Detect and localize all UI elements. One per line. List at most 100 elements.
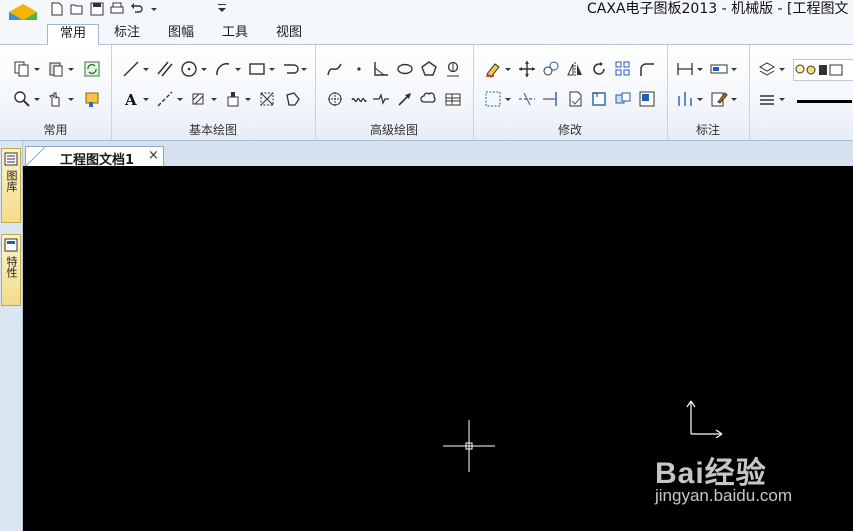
- text-dropdown[interactable]: [143, 89, 149, 109]
- sketch-shape-icon[interactable]: [283, 89, 303, 109]
- paste-icon[interactable]: [46, 59, 66, 79]
- scale-icon[interactable]: [483, 89, 503, 109]
- document-tab[interactable]: 工程图文档1 ×: [25, 146, 164, 168]
- centerline-dropdown[interactable]: [177, 89, 183, 109]
- coordinate-dim-icon[interactable]: [709, 59, 729, 79]
- text-edit-icon[interactable]: [709, 89, 729, 109]
- match-properties-icon[interactable]: [82, 89, 102, 109]
- circle-icon[interactable]: [179, 59, 199, 79]
- undo-dropdown[interactable]: [150, 2, 158, 16]
- fillet-icon[interactable]: [637, 59, 657, 79]
- layer-select[interactable]: [793, 59, 853, 81]
- new-file-icon[interactable]: [50, 2, 64, 16]
- explode-icon[interactable]: [613, 89, 633, 109]
- coordinate-dim-dropdown[interactable]: [731, 59, 737, 79]
- block-icon[interactable]: [223, 89, 243, 109]
- dimension-icon[interactable]: [675, 59, 695, 79]
- linetype-dropdown[interactable]: [779, 89, 785, 109]
- table-icon[interactable]: [443, 89, 463, 109]
- parallel-line-icon[interactable]: [155, 59, 175, 79]
- hatch-dropdown[interactable]: [211, 89, 217, 109]
- array-icon[interactable]: [613, 59, 633, 79]
- sidetab-properties-label: 特性: [5, 256, 18, 278]
- trim-icon[interactable]: [517, 89, 537, 109]
- group-label-dimension: 标注: [695, 123, 720, 137]
- polyline-icon[interactable]: [281, 59, 301, 79]
- boundary-icon[interactable]: [257, 89, 277, 109]
- paste-dropdown[interactable]: [68, 59, 74, 79]
- circle-dropdown[interactable]: [201, 59, 207, 79]
- tab-tools[interactable]: 工具: [210, 24, 260, 44]
- angle-line-icon[interactable]: [371, 59, 391, 79]
- break-line-icon[interactable]: [371, 89, 391, 109]
- rectangle-icon[interactable]: [247, 59, 267, 79]
- print-icon[interactable]: [110, 2, 124, 16]
- rectangle-dropdown[interactable]: [269, 59, 275, 79]
- save-icon[interactable]: [90, 2, 104, 16]
- customize-icon[interactable]: [218, 3, 226, 13]
- copy-dropdown[interactable]: [34, 59, 40, 79]
- sidetab-library[interactable]: 图库: [1, 148, 21, 223]
- arrow-icon[interactable]: [395, 89, 415, 109]
- line-icon[interactable]: [121, 59, 141, 79]
- ellipse-icon[interactable]: [395, 59, 415, 79]
- linetype-icon[interactable]: [757, 89, 777, 109]
- arc-dropdown[interactable]: [235, 59, 241, 79]
- lineweight-preview[interactable]: [797, 100, 852, 103]
- svg-text:A: A: [124, 91, 137, 108]
- hole-axis-icon[interactable]: [325, 89, 345, 109]
- cloud-line-icon[interactable]: [419, 89, 439, 109]
- centerline-icon[interactable]: [155, 89, 175, 109]
- centermark-icon[interactable]: [443, 59, 463, 79]
- dimension-dropdown[interactable]: [697, 59, 703, 79]
- title-bar: CAXA电子图板2013 - 机械版 - [工程图文: [0, 0, 853, 30]
- open-file-icon[interactable]: [70, 2, 84, 16]
- group-properties: [749, 45, 853, 140]
- layer-dropdown[interactable]: [779, 59, 785, 79]
- point-icon[interactable]: [349, 59, 369, 79]
- wave-line-icon[interactable]: [349, 89, 369, 109]
- drawing-canvas[interactable]: Bai经验 jingyan.baidu.com: [23, 166, 853, 531]
- pan-dropdown[interactable]: [68, 89, 74, 109]
- undo-icon[interactable]: [130, 2, 144, 16]
- erase-dropdown[interactable]: [505, 59, 511, 79]
- pan-icon[interactable]: [46, 89, 66, 109]
- copy-icon[interactable]: [12, 59, 32, 79]
- polygon-icon[interactable]: [419, 59, 439, 79]
- tolerance-dropdown[interactable]: [697, 89, 703, 109]
- copy-object-icon[interactable]: [541, 59, 561, 79]
- arc-icon[interactable]: [213, 59, 233, 79]
- move-icon[interactable]: [517, 59, 537, 79]
- spline-icon[interactable]: [325, 59, 345, 79]
- erase-icon[interactable]: [483, 59, 503, 79]
- tab-common[interactable]: 常用: [47, 24, 100, 46]
- chamfer-icon[interactable]: [589, 89, 609, 109]
- hatch-icon[interactable]: [189, 89, 209, 109]
- rotate-icon[interactable]: [589, 59, 609, 79]
- extend-icon[interactable]: [541, 89, 561, 109]
- stretch-icon[interactable]: [637, 89, 657, 109]
- group-modify: 修改: [473, 45, 668, 140]
- scale-dropdown[interactable]: [505, 89, 511, 109]
- line-dropdown[interactable]: [143, 59, 149, 79]
- document-tab-strip: 工程图文档1 ×: [0, 141, 853, 168]
- sidetab-properties[interactable]: 特性: [1, 234, 21, 306]
- block-dropdown[interactable]: [245, 89, 251, 109]
- polyline-dropdown[interactable]: [301, 59, 307, 79]
- regenerate-icon[interactable]: [82, 59, 102, 79]
- mirror-icon[interactable]: [565, 59, 585, 79]
- break-icon[interactable]: [565, 89, 585, 109]
- ucs-axis-icon: [686, 400, 723, 438]
- tab-dimension[interactable]: 标注: [102, 24, 152, 44]
- text-edit-dropdown[interactable]: [731, 89, 737, 109]
- zoom-icon[interactable]: [12, 89, 32, 109]
- tolerance-icon[interactable]: [675, 89, 695, 109]
- window-title: CAXA电子图板2013 - 机械版 - [工程图文: [587, 1, 849, 17]
- layer-icon[interactable]: [757, 59, 777, 79]
- crosshair-cursor-icon: [443, 420, 495, 472]
- zoom-dropdown[interactable]: [34, 89, 40, 109]
- tab-view[interactable]: 视图: [264, 24, 314, 44]
- close-tab-icon[interactable]: ×: [148, 148, 159, 163]
- tab-sheet[interactable]: 图幅: [156, 24, 206, 44]
- text-icon[interactable]: A: [121, 89, 141, 109]
